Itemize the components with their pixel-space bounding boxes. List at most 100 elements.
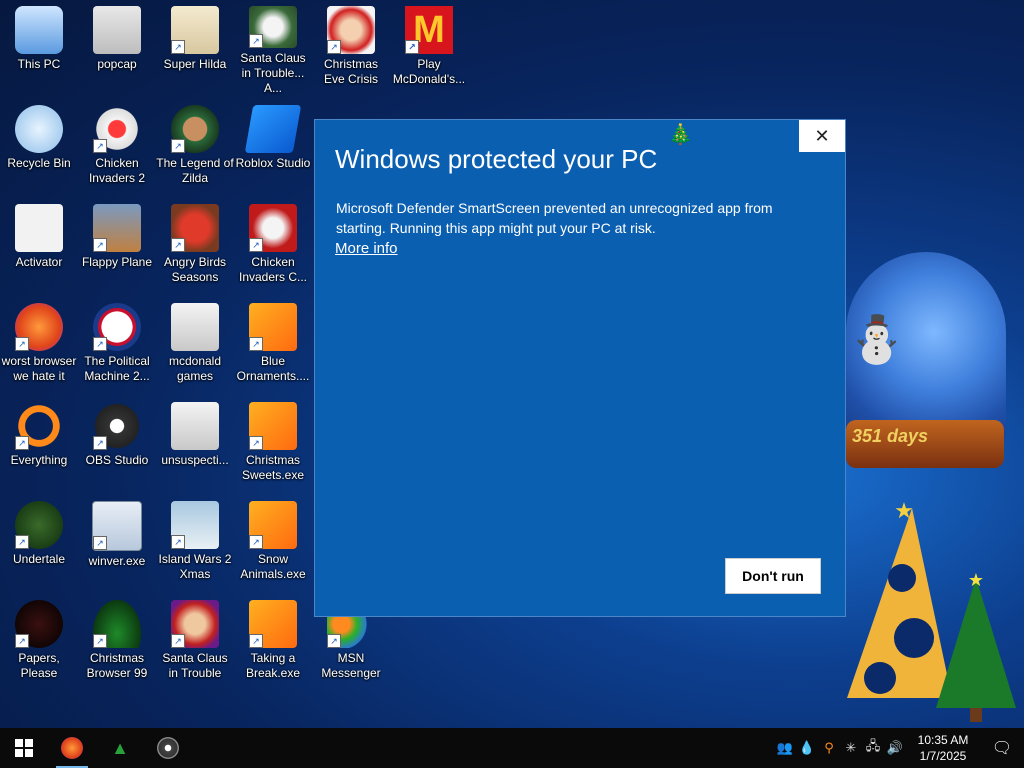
clock-date: 1/7/2025 — [919, 749, 967, 763]
desktop-icon-political-machine[interactable]: ↗ The Political Machine 2... — [78, 297, 156, 393]
desktop-icon-firefox[interactable]: ↗ worst browser we hate it — [0, 297, 78, 393]
desktop-icon-play-mcdonalds[interactable]: M ↗ Play McDonald's... — [390, 0, 468, 96]
shortcut-arrow-icon: ↗ — [405, 40, 419, 54]
desktop-icon-santa-claus-trouble-a[interactable]: ↗ Santa Claus in Trouble... A... — [234, 0, 312, 96]
desktop-icon-activator[interactable]: Activator — [0, 198, 78, 294]
puzzle-icon: ↗ — [249, 303, 297, 351]
obs-icon — [157, 737, 179, 759]
countdown-days: 351 days — [852, 426, 929, 446]
desktop-icon-christmas-eve-crisis[interactable]: ↗ Christmas Eve Crisis — [312, 0, 390, 96]
dont-run-button[interactable]: Don't run — [725, 558, 821, 594]
desktop-icon-christmas-sweets[interactable]: ↗ Christmas Sweets.exe — [234, 396, 312, 492]
snowman-icon: ⛄ — [848, 313, 906, 365]
folder-icon — [171, 402, 219, 450]
shortcut-arrow-icon: ↗ — [93, 238, 107, 252]
winver-icon: ↗ — [92, 501, 142, 551]
start-button[interactable] — [0, 728, 48, 768]
firefox-icon — [61, 737, 83, 759]
undertale-icon: ↗ — [15, 501, 63, 549]
desktop-icon-papers-please[interactable]: ↗ Papers, Please — [0, 594, 78, 690]
santa-icon: ↗ — [249, 6, 297, 48]
shortcut-arrow-icon: ↗ — [93, 436, 107, 450]
taskbar: ▲ 👥 💧 ⚲ ✳ 🖧 🔊 10:35 AM 1/7/2025 🗨 — [0, 728, 1024, 768]
desktop-icon-chicken-invaders-c[interactable]: ↗ Chicken Invaders C... — [234, 198, 312, 294]
super-hilda-icon: ↗ — [171, 6, 219, 54]
shortcut-arrow-icon: ↗ — [249, 34, 263, 48]
desktop-icon-super-hilda[interactable]: ↗ Super Hilda — [156, 0, 234, 96]
desktop-icon-winver[interactable]: ↗ winver.exe — [78, 495, 156, 591]
desktop-icon-mcdonald-games[interactable]: mcdonald games — [156, 297, 234, 393]
search-icon[interactable]: ⚲ — [818, 728, 840, 768]
shortcut-arrow-icon: ↗ — [249, 238, 263, 252]
puzzle-icon: ↗ — [249, 402, 297, 450]
desktop-icon-blue-ornaments[interactable]: ↗ Blue Ornaments.... — [234, 297, 312, 393]
folder-icon — [171, 303, 219, 351]
clock-time: 10:35 AM — [917, 733, 969, 747]
desktop-icon-island-wars-2[interactable]: ↗ Island Wars 2 Xmas — [156, 495, 234, 591]
shortcut-arrow-icon: ↗ — [15, 535, 29, 549]
island-wars-icon: ↗ — [171, 501, 219, 549]
close-button[interactable]: ✕ — [799, 120, 845, 152]
volume-icon[interactable]: 🔊 — [884, 728, 906, 768]
christmas-tree-icon: ↗ — [93, 600, 141, 648]
shortcut-arrow-icon: ↗ — [93, 634, 107, 648]
desktop-icon-everything[interactable]: ↗ Everything — [0, 396, 78, 492]
shortcut-arrow-icon: ↗ — [327, 634, 341, 648]
taskbar-christmas-browser[interactable]: ▲ — [96, 728, 144, 768]
droplet-icon[interactable]: 💧 — [796, 728, 818, 768]
smartscreen-dialog: ✕ Windows protected your PC Microsoft De… — [314, 119, 846, 617]
system-tray: 👥 💧 ⚲ ✳ 🖧 🔊 10:35 AM 1/7/2025 🗨 — [774, 728, 1024, 768]
desktop-icon-this-pc[interactable]: This PC — [0, 0, 78, 96]
mcdonalds-icon: M ↗ — [405, 6, 453, 54]
christmas-tree-decoration: ★ — [936, 570, 1016, 722]
christmas-tree-cursor-icon: 🎄 — [668, 124, 693, 146]
shortcut-arrow-icon: ↗ — [327, 40, 341, 54]
notification-icon: 🗨 — [991, 740, 1013, 757]
desktop-icon-angry-birds-seasons[interactable]: ↗ Angry Birds Seasons — [156, 198, 234, 294]
shortcut-arrow-icon: ↗ — [171, 634, 185, 648]
folder-icon — [93, 6, 141, 54]
desktop-icon-unsuspecti[interactable]: unsuspecti... — [156, 396, 234, 492]
clock[interactable]: 10:35 AM 1/7/2025 — [906, 728, 980, 768]
computer-icon — [15, 6, 63, 54]
shortcut-arrow-icon: ↗ — [93, 337, 107, 351]
desktop-icon-chicken-invaders-2[interactable]: ↗ Chicken Invaders 2 — [78, 99, 156, 195]
close-icon: ✕ — [814, 125, 830, 146]
desktop-icon-roblox-studio[interactable]: Roblox Studio — [234, 99, 312, 195]
flappy-plane-icon: ↗ — [93, 204, 141, 252]
taskbar-obs[interactable] — [144, 728, 192, 768]
snowflake-icon[interactable]: ✳ — [840, 728, 862, 768]
desktop-icon-santa-claus-trouble[interactable]: ↗ Santa Claus in Trouble — [156, 594, 234, 690]
desktop-icon-christmas-browser-99[interactable]: ↗ Christmas Browser 99 — [78, 594, 156, 690]
shortcut-arrow-icon: ↗ — [93, 536, 107, 550]
taskbar-firefox[interactable] — [48, 728, 96, 768]
magnifier-icon: ↗ — [15, 402, 63, 450]
desktop-icon-obs-studio[interactable]: ↗ OBS Studio — [78, 396, 156, 492]
shortcut-arrow-icon: ↗ — [171, 139, 185, 153]
shortcut-arrow-icon: ↗ — [15, 337, 29, 351]
angry-birds-icon: ↗ — [171, 204, 219, 252]
people-icon[interactable]: 👥 — [774, 728, 796, 768]
desktop-icon-taking-a-break[interactable]: ↗ Taking a Break.exe — [234, 594, 312, 690]
desktop-icon-legend-of-zilda[interactable]: ↗ The Legend of Zilda — [156, 99, 234, 195]
desktop-icon-recycle-bin[interactable]: Recycle Bin — [0, 99, 78, 195]
more-info-link[interactable]: More info — [335, 240, 398, 257]
shortcut-arrow-icon: ↗ — [171, 238, 185, 252]
desktop-icon-snow-animals[interactable]: ↗ Snow Animals.exe — [234, 495, 312, 591]
papers-please-icon: ↗ — [15, 600, 63, 648]
shortcut-arrow-icon: ↗ — [15, 436, 29, 450]
santa-icon: ↗ — [171, 600, 219, 648]
shortcut-arrow-icon: ↗ — [171, 40, 185, 54]
shortcut-arrow-icon: ↗ — [171, 535, 185, 549]
file-icon — [15, 204, 63, 252]
political-machine-icon: ↗ — [93, 303, 141, 351]
notification-center-button[interactable]: 🗨 — [980, 728, 1024, 768]
roblox-studio-icon — [244, 105, 302, 153]
dialog-message: Microsoft Defender SmartScreen prevented… — [336, 200, 773, 236]
christmas-tree-icon: ▲ — [111, 737, 129, 758]
network-icon[interactable]: 🖧 — [862, 728, 884, 768]
desktop-icon-flappy-plane[interactable]: ↗ Flappy Plane — [78, 198, 156, 294]
desktop-icon-popcap[interactable]: popcap — [78, 0, 156, 96]
desktop-icon-undertale[interactable]: ↗ Undertale — [0, 495, 78, 591]
shortcut-arrow-icon: ↗ — [15, 634, 29, 648]
